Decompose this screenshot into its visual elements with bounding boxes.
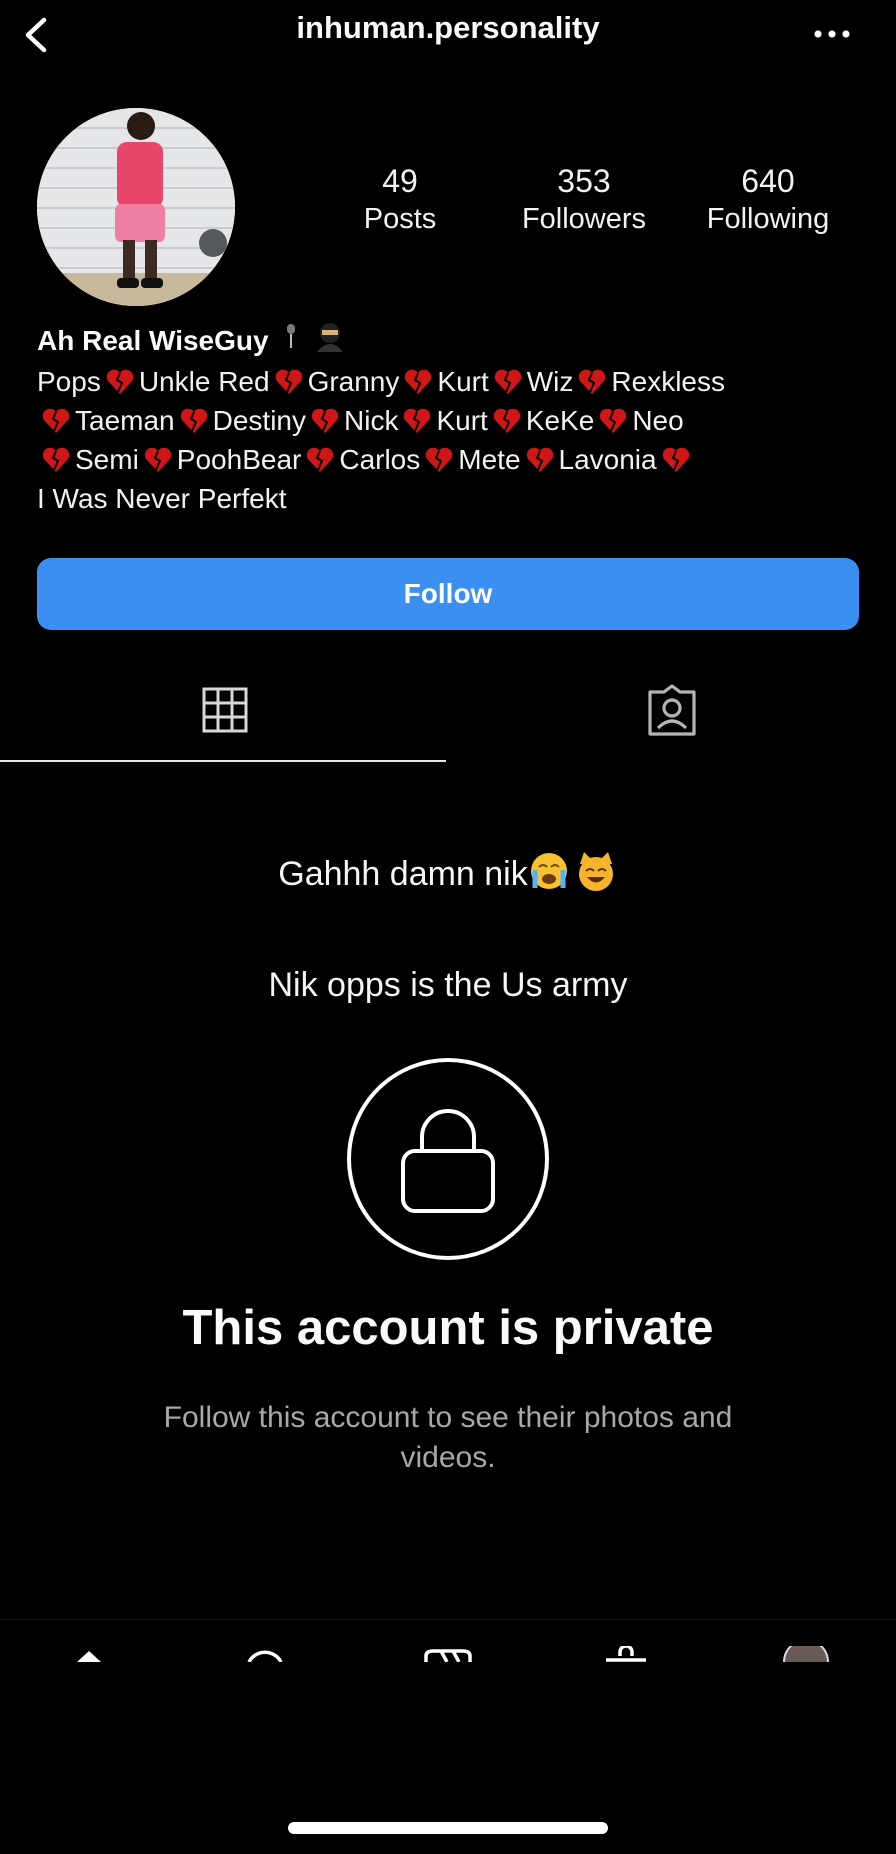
- message-line-1: Gahhh damn nik: [0, 850, 896, 894]
- follow-button[interactable]: Follow: [37, 558, 859, 630]
- tab-posts-grid[interactable]: [0, 670, 446, 762]
- stat-following[interactable]: 640 Following: [683, 162, 853, 238]
- tagged-icon: [646, 684, 698, 741]
- top-bar: inhuman.personality: [0, 0, 896, 70]
- bio-name: Kurt: [436, 405, 488, 436]
- home-icon[interactable]: [74, 1648, 104, 1662]
- private-account-subtitle: Follow this account to see their photos …: [163, 1401, 733, 1474]
- bio-name: Rexkless: [611, 366, 725, 397]
- bio-name: Mete: [458, 444, 521, 475]
- bio-name: Kurt: [437, 366, 489, 397]
- stat-posts[interactable]: 49 Posts: [315, 162, 485, 238]
- ninja-icon: [313, 322, 347, 359]
- bio-name: Granny: [307, 366, 400, 397]
- bio-name: Pops: [37, 366, 101, 397]
- grid-icon: [202, 687, 248, 738]
- bio-name: Taeman: [75, 405, 175, 436]
- message-line-1-text: Gahhh damn nik: [278, 855, 528, 893]
- stat-posts-value: 49: [382, 163, 418, 199]
- stat-followers[interactable]: 353 Followers: [499, 162, 669, 238]
- search-icon[interactable]: [245, 1648, 285, 1662]
- bio-line-4: I Was Never Perfekt: [37, 483, 287, 514]
- bio-name: PoohBear: [176, 444, 302, 475]
- bio-name: KeKe: [525, 405, 595, 436]
- shop-icon[interactable]: [604, 1644, 648, 1662]
- tab-tagged[interactable]: [448, 670, 896, 760]
- crying-face-icon: [528, 853, 570, 893]
- profile-tab-avatar[interactable]: [782, 1639, 830, 1662]
- bio-name: Neo: [632, 405, 684, 436]
- microphone-icon: [283, 322, 299, 359]
- display-name: Ah Real WiseGuy: [37, 324, 269, 356]
- display-name-row: Ah Real WiseGuy: [37, 322, 347, 359]
- bio-name: Unkle Red: [138, 366, 270, 397]
- bio-name: Wiz: [526, 366, 574, 397]
- reels-icon[interactable]: [423, 1648, 473, 1662]
- message-line-2: Nik opps is the Us army: [268, 966, 628, 1004]
- stat-followers-label: Followers: [521, 203, 647, 235]
- bio-name: Semi: [75, 444, 139, 475]
- bio-name: Lavonia: [558, 444, 657, 475]
- laughing-cat-icon: [570, 852, 618, 893]
- bottom-nav-bar: [0, 1620, 896, 1662]
- bio-line-2: Taeman Destiny Nick Kurt KeKe Neo: [37, 401, 877, 445]
- profile-username: inhuman.personality: [296, 10, 600, 45]
- lock-icon: [347, 1058, 549, 1260]
- bio-name: Carlos: [339, 444, 421, 475]
- stat-following-label: Following: [706, 203, 830, 235]
- stat-followers-value: 353: [557, 163, 611, 199]
- bio-name: Nick: [344, 405, 399, 436]
- home-indicator[interactable]: [288, 1822, 608, 1834]
- stat-following-value: 640: [741, 163, 795, 199]
- private-account-title: This account is private: [182, 1301, 714, 1355]
- bio-name: Destiny: [212, 405, 306, 436]
- more-options-icon[interactable]: [810, 16, 854, 52]
- bio-line-1: Pops Unkle Red Granny Kurt Wiz Rexkless: [37, 362, 877, 406]
- stat-posts-label: Posts: [363, 203, 437, 235]
- bio-line-3: Semi PoohBear Carlos Mete Lavonia: [37, 440, 877, 484]
- profile-avatar[interactable]: [37, 108, 235, 306]
